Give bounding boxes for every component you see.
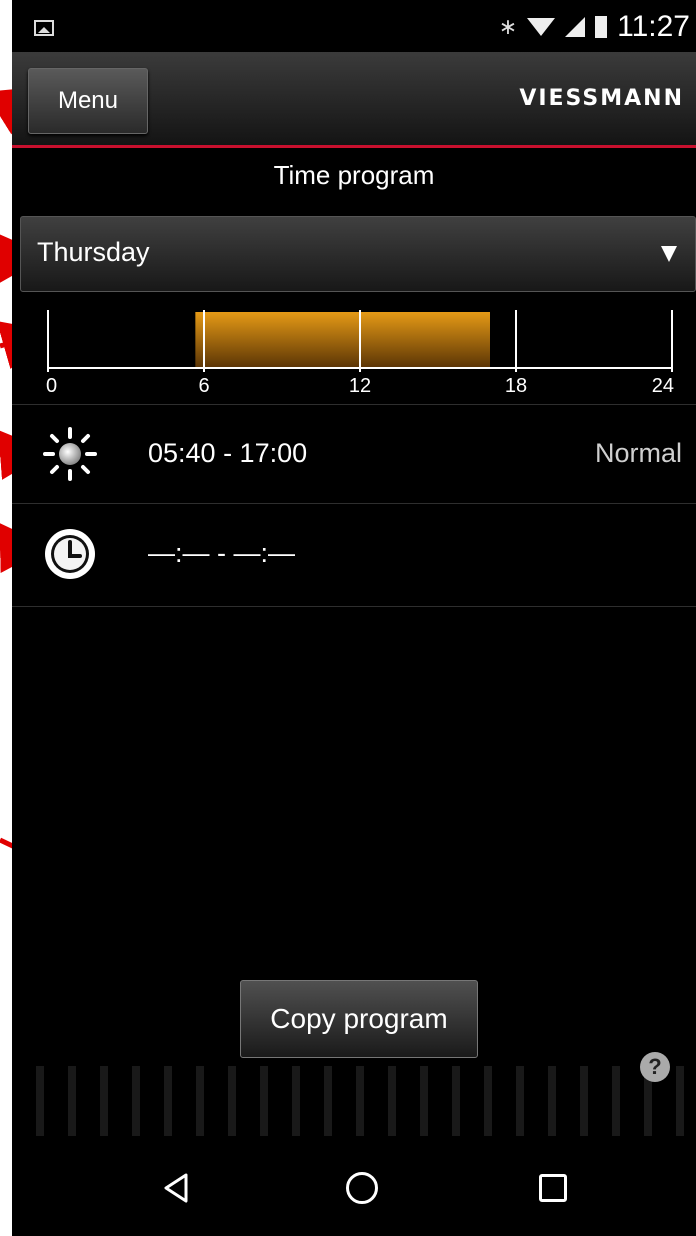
app-header: Menu VIESSMANN xyxy=(12,52,696,148)
schedule-time-range: 05:40 - 17:00 xyxy=(148,438,308,468)
timeline-tick-label: 6 xyxy=(198,375,209,397)
help-icon[interactable]: ? xyxy=(640,1052,670,1082)
schedule-row-2[interactable]: —:— - —:— xyxy=(12,504,696,604)
active-period-bar xyxy=(195,312,491,368)
schedule-mode: Normal xyxy=(594,438,682,468)
bluetooth-icon: ∗ xyxy=(498,14,518,39)
page-title: Time program xyxy=(273,160,435,190)
image-icon xyxy=(34,20,54,36)
back-icon[interactable] xyxy=(162,1172,190,1204)
schedule-time-range: —:— - —:— xyxy=(148,538,295,568)
clock-icon xyxy=(45,529,95,579)
schedule-row-1[interactable]: 05:40 - 17:00 Normal xyxy=(12,404,696,504)
timeline-tick-label: 0 xyxy=(46,375,57,397)
home-icon[interactable] xyxy=(346,1172,378,1204)
wifi-icon xyxy=(527,18,556,36)
timeline-tick-label: 12 xyxy=(349,375,371,397)
day-selector[interactable]: Thursday xyxy=(20,216,696,292)
decorative-floor xyxy=(12,1066,696,1136)
copy-program-button[interactable]: Copy program xyxy=(240,980,478,1058)
timeline-chart[interactable]: 0 6 12 18 24 xyxy=(12,296,696,404)
day-selector-value: Thursday xyxy=(37,237,150,267)
divider xyxy=(12,606,696,607)
recent-apps-icon[interactable] xyxy=(539,1174,567,1202)
signal-icon xyxy=(565,17,586,37)
status-bar: ∗ 11:27 xyxy=(12,0,696,52)
status-time: 11:27 xyxy=(617,10,690,43)
timeline-tick-label: 18 xyxy=(505,375,527,397)
sun-icon xyxy=(43,427,97,481)
timeline-tick-label: 24 xyxy=(652,375,674,397)
phone-screen: ∗ 11:27 Menu VIESSMANN Time program Thur… xyxy=(12,0,696,1236)
battery-icon xyxy=(595,16,608,38)
android-nav-bar xyxy=(12,1136,696,1236)
dropdown-arrow-icon xyxy=(661,246,677,262)
menu-button[interactable]: Menu xyxy=(28,68,148,134)
brand-logo: VIESSMANN xyxy=(519,86,684,111)
